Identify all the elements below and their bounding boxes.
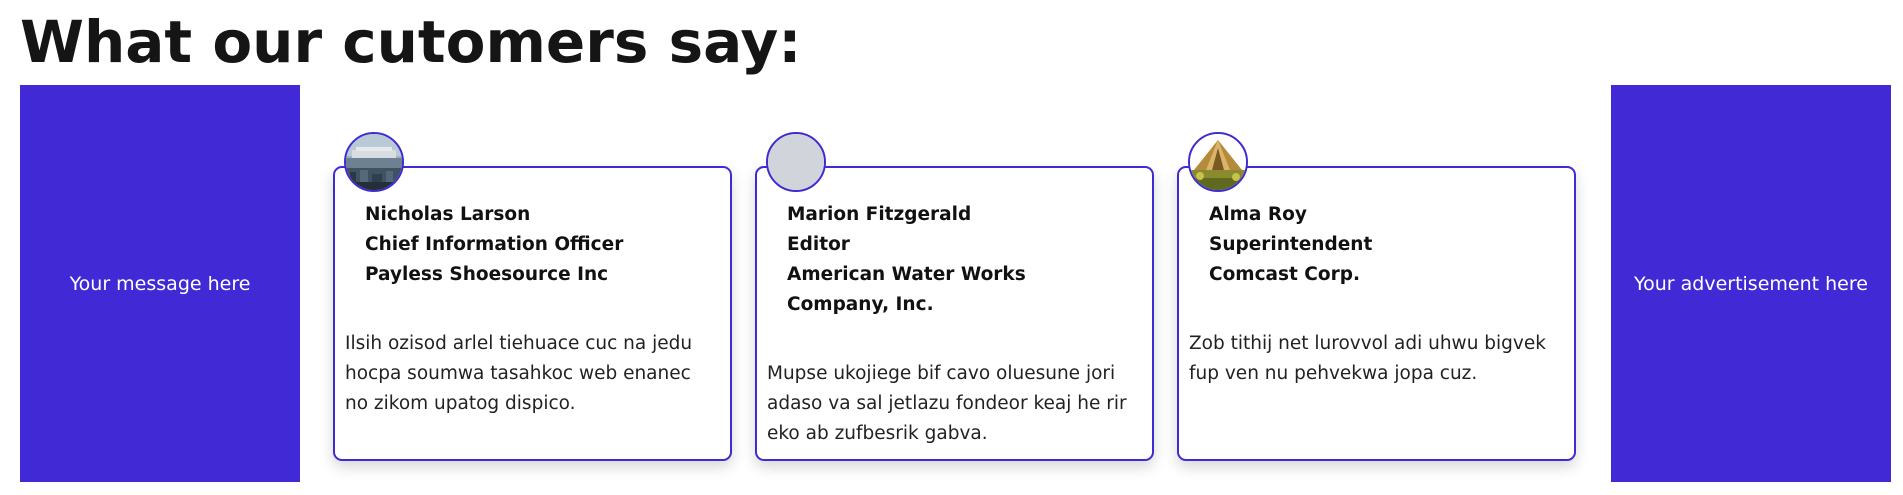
photo-city-avatar [346,134,402,190]
placeholder-avatar [768,134,824,190]
message-panel: Your message here [20,85,300,482]
testimonial-quote: Mupse ukojiege bif cavo oluesune jori ad… [767,363,1127,444]
photo-tent-avatar [1190,134,1246,190]
customer-company: Payless Shoesource Inc [365,264,609,285]
customer-company: Comcast Corp. [1209,264,1360,285]
customer-name: Marion Fitzgerald [787,204,972,225]
avatar [1188,132,1248,192]
testimonial-card: Nicholas Larson Chief Information Office… [333,132,732,461]
customer-role: Editor [787,234,850,255]
testimonial-card: Marion Fitzgerald Editor American Water … [755,132,1154,461]
customer-role: Chief Information Officer [365,234,624,255]
customer-info: Nicholas Larson Chief Information Office… [365,200,710,290]
customer-info: Marion Fitzgerald Editor American Water … [787,200,1132,320]
advertisement-panel-text: Your advertisement here [1634,272,1868,295]
customer-company: American Water Works Company, Inc. [787,264,1026,315]
testimonials-page: What our cutomers say: Your message here… [0,0,1903,495]
avatar [766,132,826,192]
customer-name: Nicholas Larson [365,204,531,225]
customer-info: Alma Roy Superintendent Comcast Corp. [1209,200,1554,290]
message-panel-text: Your message here [69,272,251,295]
customer-name: Alma Roy [1209,204,1307,225]
avatar [344,132,404,192]
testimonial-card: Alma Roy Superintendent Comcast Corp. Zo… [1177,132,1576,461]
page-title: What our cutomers say: [20,8,802,76]
testimonial-quote: Zob tithij net lurovvol adi uhwu bigvek … [1189,333,1546,384]
customer-role: Superintendent [1209,234,1373,255]
testimonial-quote: Ilsih ozisod arlel tiehuace cuc na jedu … [345,333,693,414]
advertisement-panel: Your advertisement here [1611,85,1891,482]
